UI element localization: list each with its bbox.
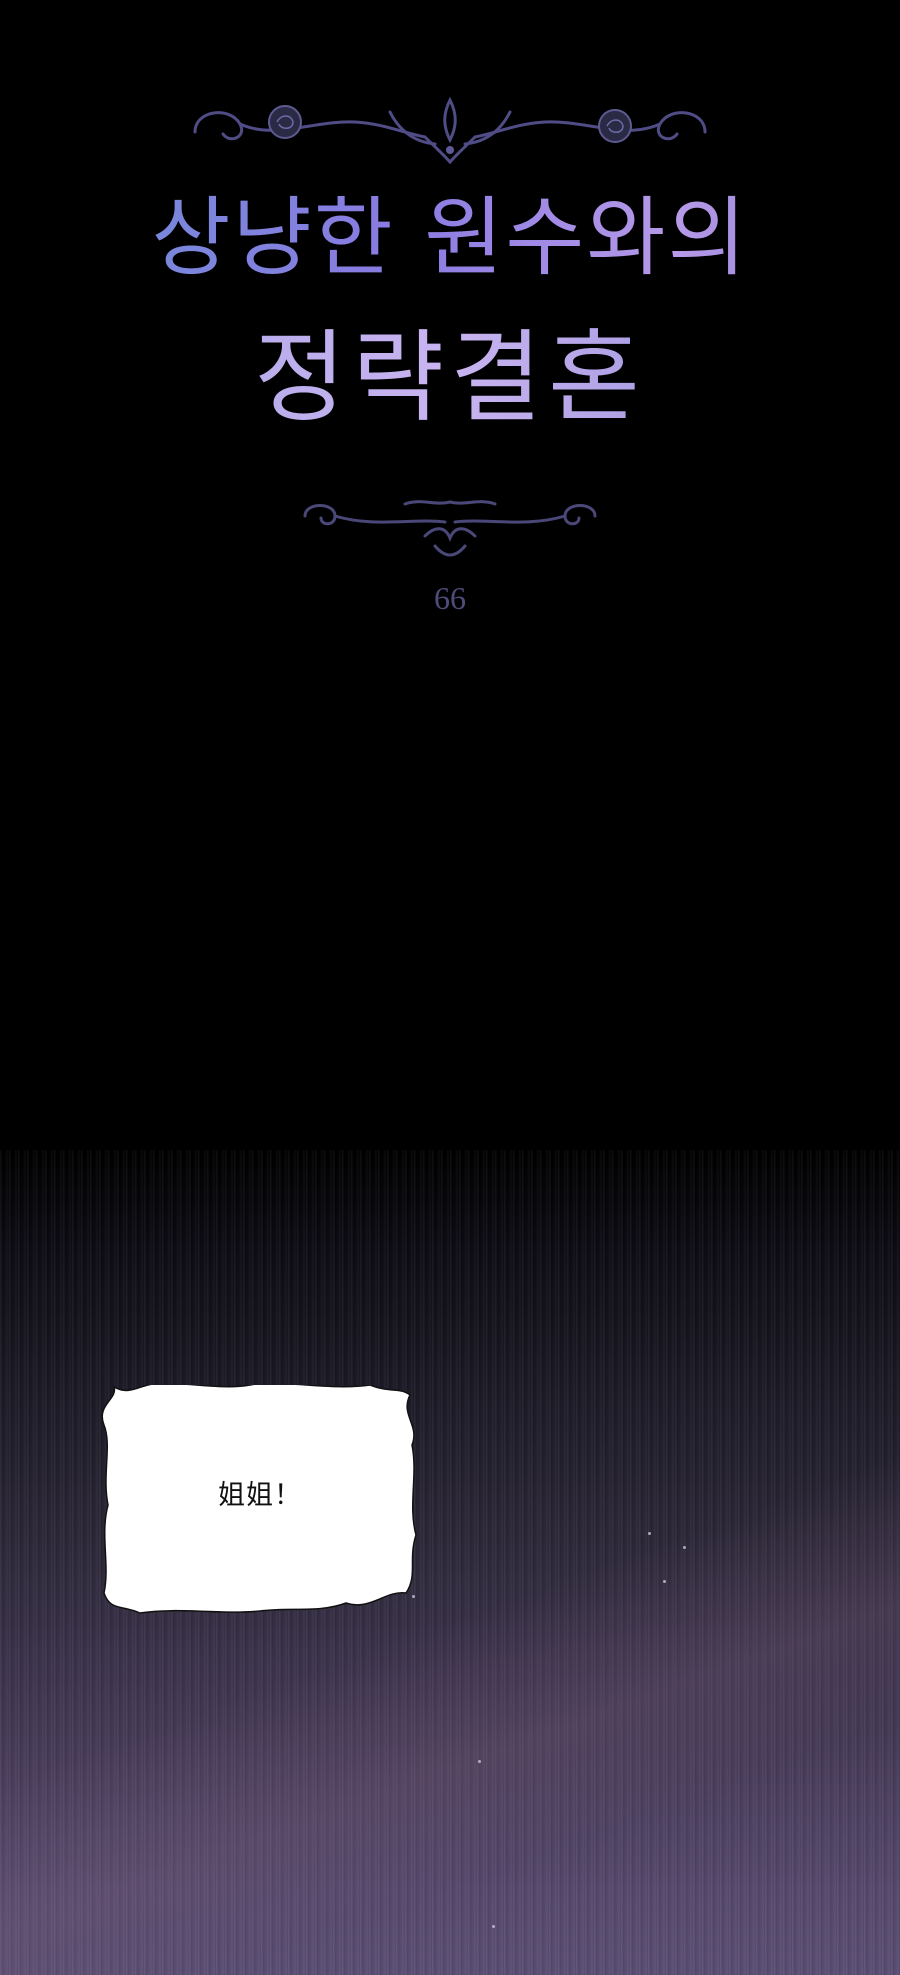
sparkle [478, 1760, 481, 1763]
comic-page: 상냥한 원수와의 정략결혼 66 姐姐！ [0, 0, 900, 1975]
sparkle [683, 1546, 686, 1549]
title-line-1: 상냥한 원수와의 [0, 188, 900, 288]
sparkle [648, 1532, 651, 1535]
swirl-ornament-icon [303, 500, 597, 557]
episode-number: 66 [434, 580, 466, 616]
dialogue-text: 姐姐！ [218, 1480, 302, 1511]
rose-scroll-ornament-icon [193, 96, 707, 165]
sparkle [492, 1925, 495, 1928]
title-line-2: 정략결혼 [0, 318, 900, 438]
sparkle [663, 1580, 666, 1583]
speech-bubble: 姐姐！ [100, 1385, 420, 1615]
